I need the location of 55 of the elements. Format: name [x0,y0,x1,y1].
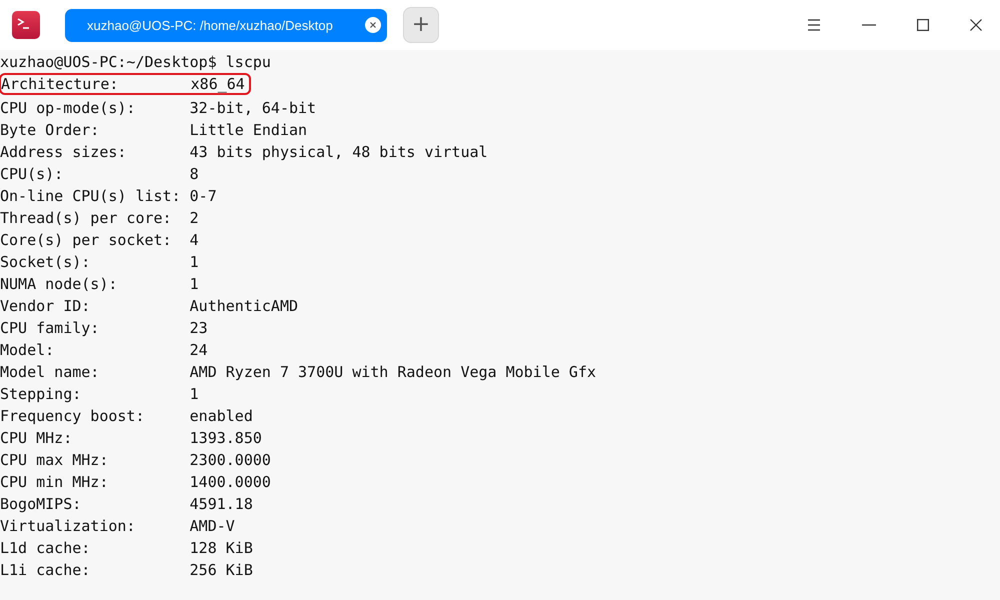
field-label: Stepping: [0,384,82,401]
field-label: Socket(s): [0,252,92,269]
field-label: CPU min MHz: [0,472,110,489]
field-label: L1d cache: [0,538,92,555]
minimize-icon[interactable] [862,24,876,26]
new-tab-button[interactable]: + [403,7,439,43]
field-label: CPU family: [0,318,100,335]
field-value: AMD Ryzen 7 3700U with Radeon Vega Mobile Gfx [190,362,596,379]
field-value: 8 [190,164,199,181]
field-label: CPU(s): [0,164,64,181]
field-value: 0-7 [190,186,217,203]
field-label: CPU MHz: [0,428,74,445]
close-icon[interactable] [970,19,982,31]
field-label: Virtualization: [0,516,136,533]
field-label: Thread(s) per core: [0,208,173,225]
field-label: Model: [0,340,56,357]
field-value: 4591.18 [190,494,253,511]
field-value: 1400.0000 [190,472,271,489]
terminal-app-icon[interactable] [12,11,40,39]
field-value: 1 [190,252,199,269]
field-value: Little Endian [190,120,308,137]
menu-icon[interactable] [807,19,821,31]
field-label: CPU max MHz: [0,450,110,467]
field-label: Address sizes: [0,142,128,159]
field-label: CPU op-mode(s): [0,98,136,115]
field-value: AuthenticAMD [190,296,298,313]
field-value: 128 KiB [190,538,253,555]
field-label: BogoMIPS: [0,494,82,511]
field-value: 2300.0000 [190,450,271,467]
maximize-icon[interactable] [917,19,929,31]
field-label: On-line CPU(s) list: [0,186,182,203]
field-label: Vendor ID: [0,296,92,313]
field-label: L1i cache: [0,560,92,577]
field-value: x86_64 [190,75,245,93]
field-value: enabled [190,406,253,423]
field-label: Architecture: [1,75,120,93]
field-value: 256 KiB [190,560,253,577]
terminal-tab[interactable]: xuzhao@UOS-PC: /home/xuzhao/Desktop [65,8,387,42]
field-value: AMD-V [190,516,235,533]
field-value: 43 bits physical, 48 bits virtual [190,142,488,159]
field-value: 1 [190,274,199,291]
field-label: NUMA node(s): [0,274,118,291]
field-value: 23 [190,318,208,335]
close-tab-icon[interactable] [365,17,381,33]
field-label: Frequency boost: [0,406,146,423]
field-value: 4 [190,230,199,247]
field-label: Model name: [0,362,100,379]
field-value: 24 [190,340,208,357]
field-label: Core(s) per socket: [0,230,173,247]
field-value: 2 [190,208,199,225]
command-prompt: xuzhao@UOS-PC:~/Desktop$ lscpu [0,53,271,71]
field-value: 1 [190,384,199,401]
field-value: 32-bit, 64-bit [190,98,316,115]
field-label: Byte Order: [0,120,100,137]
field-value: 1393.850 [190,428,262,445]
